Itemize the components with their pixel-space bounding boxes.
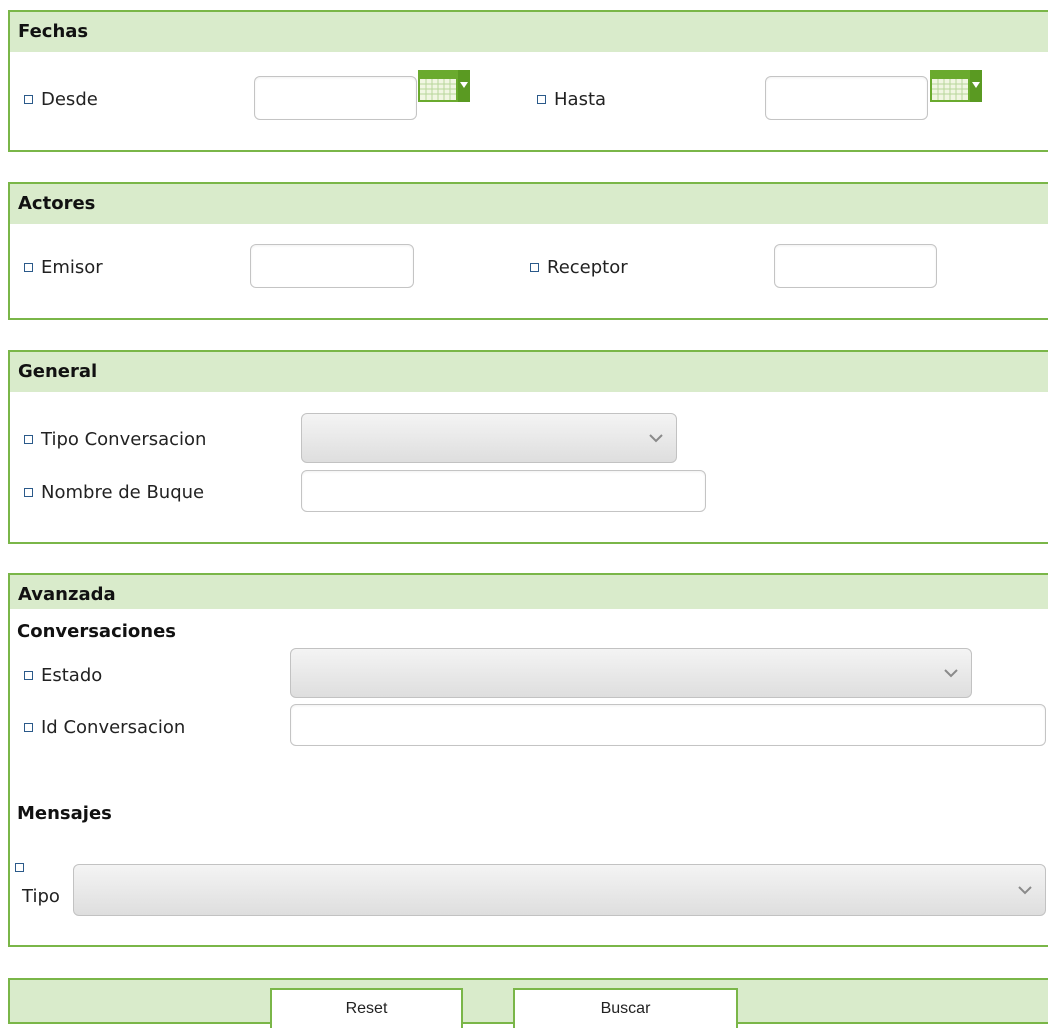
square-bullet-icon	[537, 94, 546, 104]
emisor-label-text: Emisor	[41, 256, 103, 278]
emisor-input[interactable]	[250, 244, 414, 288]
nombre-buque-input[interactable]	[301, 470, 706, 512]
calendar-dropdown-icon	[418, 70, 470, 102]
receptor-label: Receptor	[528, 254, 628, 280]
estado-label: Estado	[22, 662, 102, 688]
tipo-select[interactable]	[73, 864, 1046, 916]
square-bullet-icon	[530, 262, 539, 272]
tipo-conversacion-label: Tipo Conversacion	[22, 426, 206, 452]
chevron-down-icon	[649, 434, 663, 443]
chevron-down-icon	[1018, 886, 1032, 895]
desde-input[interactable]	[254, 76, 417, 120]
buscar-button[interactable]: Buscar	[513, 988, 738, 1028]
id-conversacion-label: Id Conversacion	[22, 714, 185, 740]
mensajes-heading: Mensajes	[17, 803, 112, 824]
nombre-buque-label-text: Nombre de Buque	[41, 481, 205, 503]
calendar-dropdown-icon	[930, 70, 982, 102]
receptor-input[interactable]	[774, 244, 937, 288]
hasta-input[interactable]	[765, 76, 928, 120]
tipo-conversacion-select[interactable]	[301, 413, 677, 463]
desde-calendar-button[interactable]	[418, 70, 470, 104]
reset-button[interactable]: Reset	[270, 988, 463, 1028]
desde-label: Desde	[22, 86, 98, 112]
hasta-label: Hasta	[535, 86, 606, 112]
avanzada-header: Avanzada	[10, 575, 1048, 609]
tipo-conversacion-label-text: Tipo Conversacion	[41, 428, 207, 450]
fechas-header: Fechas	[10, 12, 1048, 52]
general-header: General	[10, 352, 1048, 392]
square-bullet-icon	[24, 434, 33, 444]
actores-header: Actores	[10, 184, 1048, 224]
square-bullet-icon	[15, 863, 24, 872]
id-conversacion-input[interactable]	[290, 704, 1046, 746]
square-bullet-icon	[24, 487, 33, 497]
square-bullet-icon	[24, 670, 33, 680]
hasta-calendar-button[interactable]	[930, 70, 982, 104]
hasta-label-text: Hasta	[554, 88, 607, 110]
estado-label-text: Estado	[41, 664, 103, 686]
receptor-label-text: Receptor	[547, 256, 628, 278]
chevron-down-icon	[944, 669, 958, 678]
tipo-label: Tipo	[22, 885, 60, 907]
square-bullet-icon	[24, 94, 33, 104]
desde-label-text: Desde	[41, 88, 98, 110]
conversaciones-heading: Conversaciones	[17, 621, 177, 642]
square-bullet-icon	[24, 722, 33, 732]
nombre-buque-label: Nombre de Buque	[22, 479, 204, 505]
estado-select[interactable]	[290, 648, 972, 698]
id-conversacion-label-text: Id Conversacion	[41, 716, 186, 738]
square-bullet-icon	[24, 262, 33, 272]
emisor-label: Emisor	[22, 254, 103, 280]
